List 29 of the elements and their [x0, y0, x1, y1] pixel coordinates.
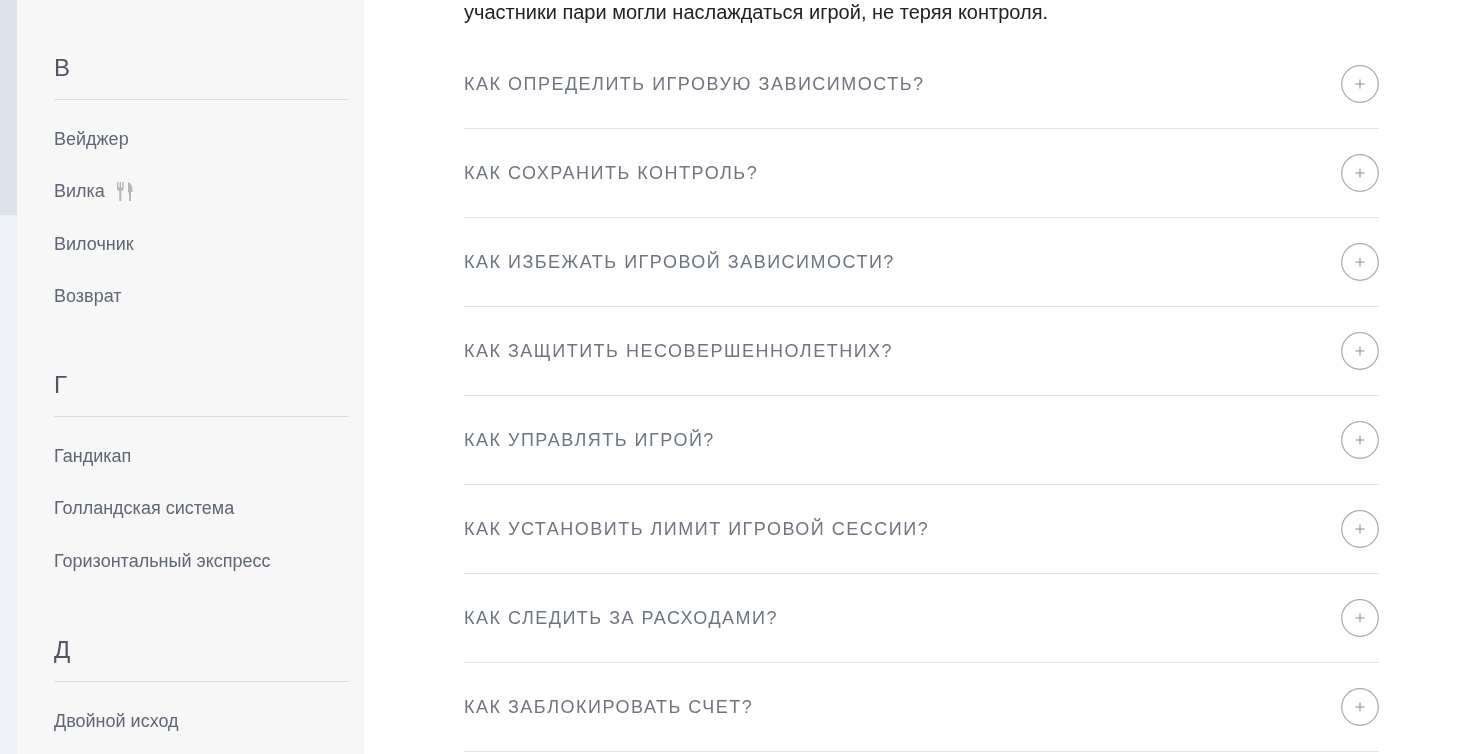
glossary-link[interactable]: Двойной исход — [54, 695, 179, 748]
plus-circle-icon[interactable] — [1341, 599, 1379, 637]
faq-question[interactable]: КАК УПРАВЛЯТЬ ИГРОЙ? — [464, 429, 715, 451]
plus-circle-icon[interactable] — [1341, 243, 1379, 281]
plus-circle-icon[interactable] — [1341, 688, 1379, 726]
glossary-link[interactable]: Горизонтальный экспресс — [54, 534, 271, 588]
section-letter: Д — [54, 633, 349, 683]
faq-question[interactable]: КАК ИЗБЕЖАТЬ ИГРОВОЙ ЗАВИСИМОСТИ? — [464, 251, 895, 273]
faq-question[interactable]: КАК УСТАНОВИТЬ ЛИМИТ ИГРОВОЙ СЕССИИ? — [464, 518, 930, 540]
glossary-link[interactable]: Вилка — [54, 165, 133, 218]
glossary-link[interactable]: Возврат — [54, 269, 122, 323]
faq-question[interactable]: КАК СОХРАНИТЬ КОНТРОЛЬ? — [464, 162, 759, 184]
plus-circle-icon[interactable] — [1341, 510, 1379, 548]
plus-circle-icon[interactable] — [1341, 421, 1379, 459]
glossary-link[interactable]: Голландская система — [54, 482, 235, 535]
plus-circle-icon[interactable] — [1341, 332, 1379, 370]
glossary-link[interactable]: Вилочник — [54, 217, 134, 270]
glossary-link[interactable]: Гандикап — [54, 430, 132, 483]
faq-question[interactable]: КАК ЗАБЛОКИРОВАТЬ СЧЕТ? — [464, 696, 754, 718]
article-text: участники пари могли наслаждаться игрой, не теряя контроля. — [464, 0, 1050, 24]
glossary-link[interactable]: Вейджер — [54, 113, 129, 166]
section-letter: В — [54, 51, 349, 100]
plus-circle-icon[interactable] — [1341, 65, 1379, 103]
faq-question[interactable]: КАК ЗАЩИТИТЬ НЕСОВЕРШЕННОЛЕТНИХ? — [464, 340, 894, 362]
faq-question[interactable]: КАК ОПРЕДЕЛИТЬ ИГРОВУЮ ЗАВИСИМОСТЬ? — [464, 73, 925, 95]
plus-circle-icon[interactable] — [1341, 154, 1379, 192]
faq-question[interactable]: КАК СЛЕДИТЬ ЗА РАСХОДАМИ? — [464, 607, 779, 629]
fork-knife-icon — [116, 181, 133, 201]
section-letter: Г — [54, 368, 349, 418]
